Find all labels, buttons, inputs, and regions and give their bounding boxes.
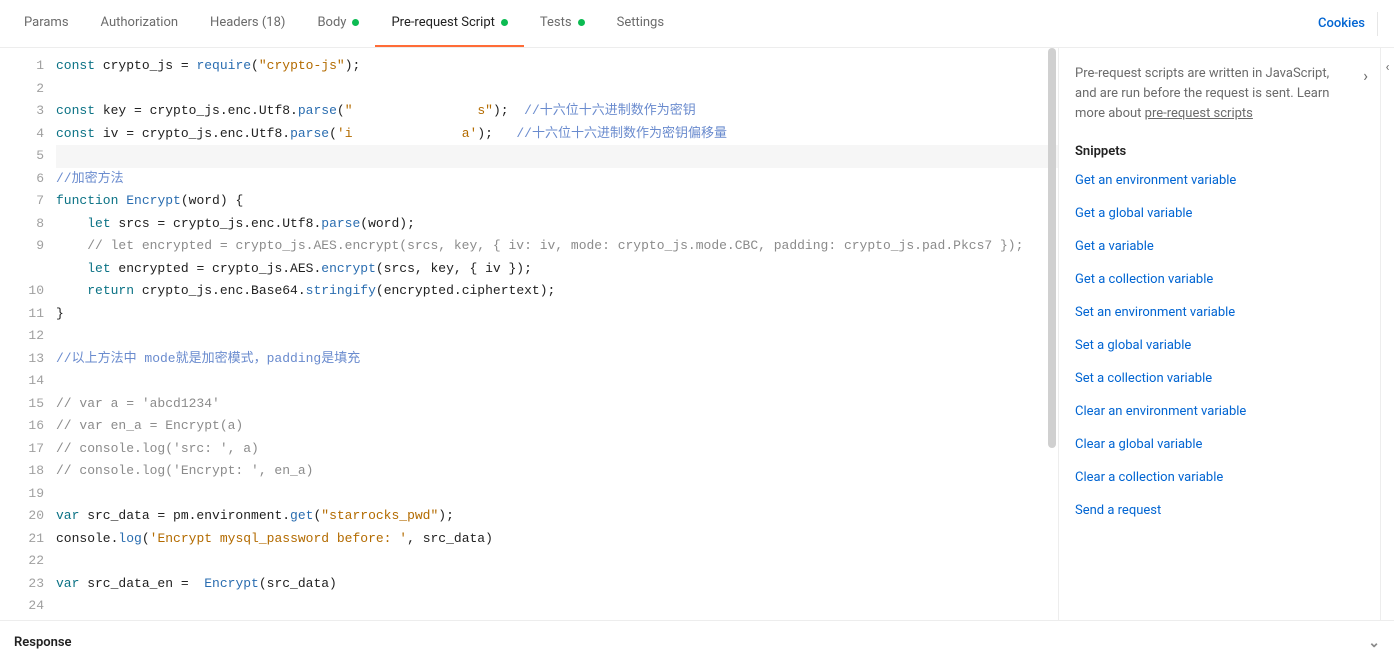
line-number: 8: [0, 213, 44, 236]
code-body[interactable]: const crypto_js = require("crypto-js"); …: [56, 48, 1058, 620]
code-line[interactable]: var src_data_en = Encrypt(src_data): [56, 573, 1058, 596]
code-line[interactable]: // let encrypted = crypto_js.AES.encrypt…: [56, 235, 1058, 258]
tabs-right: Cookies: [1318, 12, 1386, 36]
chevron-down-icon[interactable]: ⌄: [1368, 635, 1380, 651]
modified-dot-icon: [352, 19, 359, 26]
snippet-item[interactable]: Get a collection variable: [1075, 272, 1364, 287]
code-line[interactable]: [56, 78, 1058, 101]
line-number: 17: [0, 438, 44, 461]
cookies-link[interactable]: Cookies: [1318, 16, 1365, 31]
tab-tests[interactable]: Tests: [524, 0, 601, 47]
snippet-item[interactable]: Set a collection variable: [1075, 371, 1364, 386]
tab-tests-label: Tests: [540, 15, 572, 30]
modified-dot-icon: [578, 19, 585, 26]
code-line[interactable]: const crypto_js = require("crypto-js");: [56, 55, 1058, 78]
tab-body[interactable]: Body: [301, 0, 375, 47]
line-number: 4: [0, 123, 44, 146]
snippet-list: Get an environment variable Get a global …: [1075, 173, 1364, 518]
line-number: 24: [0, 595, 44, 618]
code-line[interactable]: [56, 145, 1058, 168]
snippet-item[interactable]: Clear a collection variable: [1075, 470, 1364, 485]
response-label: Response: [14, 635, 72, 650]
snippets-heading: Snippets: [1075, 144, 1364, 159]
code-line[interactable]: [56, 483, 1058, 506]
code-editor-pane[interactable]: 123456789 101112131415161718192021222324…: [0, 48, 1058, 620]
code-line[interactable]: // console.log('src: ', a): [56, 438, 1058, 461]
code-line[interactable]: // var a = 'abcd1234': [56, 393, 1058, 416]
divider: [1377, 12, 1378, 36]
line-number: 11: [0, 303, 44, 326]
line-number: 22: [0, 550, 44, 573]
line-number: 21: [0, 528, 44, 551]
line-number: 9: [0, 235, 44, 258]
line-number: 13: [0, 348, 44, 371]
main-area: 123456789 101112131415161718192021222324…: [0, 48, 1394, 620]
snippet-item[interactable]: Get a global variable: [1075, 206, 1364, 221]
line-number: 20: [0, 505, 44, 528]
tab-settings[interactable]: Settings: [601, 0, 680, 47]
snippet-item[interactable]: Get a variable: [1075, 239, 1364, 254]
snippet-item[interactable]: Clear a global variable: [1075, 437, 1364, 452]
line-number: 18: [0, 460, 44, 483]
scroll-thumb[interactable]: [1048, 48, 1056, 448]
request-tabs-bar: Params Authorization Headers (18) Body P…: [0, 0, 1394, 48]
tab-body-label: Body: [317, 15, 346, 30]
code-line[interactable]: // var en_a = Encrypt(a): [56, 415, 1058, 438]
line-number: 7: [0, 190, 44, 213]
code-line[interactable]: // console.log('Encrypt: ', en_a): [56, 460, 1058, 483]
line-number: 2: [0, 78, 44, 101]
snippet-item[interactable]: Get an environment variable: [1075, 173, 1364, 188]
prerequest-doc-link[interactable]: pre-request scripts: [1145, 106, 1253, 121]
code-line[interactable]: function Encrypt(word) {: [56, 190, 1058, 213]
code-line[interactable]: //加密方法: [56, 168, 1058, 191]
tabs-left: Params Authorization Headers (18) Body P…: [8, 0, 680, 47]
snippet-item[interactable]: Set an environment variable: [1075, 305, 1364, 320]
code-line[interactable]: }: [56, 303, 1058, 326]
line-number: 14: [0, 370, 44, 393]
tab-params[interactable]: Params: [8, 0, 85, 47]
chevron-left-icon[interactable]: ‹: [1386, 60, 1390, 75]
code-line[interactable]: return crypto_js.enc.Base64.stringify(en…: [56, 280, 1058, 303]
code-line[interactable]: const key = crypto_js.enc.Utf8.parse(" s…: [56, 100, 1058, 123]
line-number: 15: [0, 393, 44, 416]
code-line[interactable]: //以上方法中 mode就是加密模式，padding是填充: [56, 348, 1058, 371]
snippet-item[interactable]: Send a request: [1075, 503, 1364, 518]
line-number: 10: [0, 280, 44, 303]
modified-dot-icon: [501, 19, 508, 26]
code-line[interactable]: [56, 370, 1058, 393]
line-number: 16: [0, 415, 44, 438]
line-number: 3: [0, 100, 44, 123]
line-number: 6: [0, 168, 44, 191]
far-right-rail: ‹: [1380, 48, 1394, 620]
line-number: 12: [0, 325, 44, 348]
code-line[interactable]: [56, 550, 1058, 573]
line-number: 5: [0, 145, 44, 168]
snippet-item[interactable]: Clear an environment variable: [1075, 404, 1364, 419]
code-line[interactable]: let srcs = crypto_js.enc.Utf8.parse(word…: [56, 213, 1058, 236]
side-panel: › Pre-request scripts are written in Jav…: [1058, 48, 1380, 620]
tab-prerequest[interactable]: Pre-request Script: [375, 0, 523, 47]
code-line[interactable]: const iv = crypto_js.enc.Utf8.parse('i a…: [56, 123, 1058, 146]
code-line[interactable]: var src_data = pm.environment.get("starr…: [56, 505, 1058, 528]
line-number: 1: [0, 55, 44, 78]
code-line[interactable]: [56, 325, 1058, 348]
line-number: 23: [0, 573, 44, 596]
scrollbar-vertical[interactable]: [1046, 48, 1058, 620]
tab-headers[interactable]: Headers (18): [194, 0, 301, 47]
tab-prerequest-label: Pre-request Script: [391, 15, 494, 30]
line-gutter: 123456789 101112131415161718192021222324: [0, 48, 56, 620]
tab-authorization[interactable]: Authorization: [85, 0, 195, 47]
side-description: Pre-request scripts are written in JavaS…: [1075, 64, 1364, 124]
chevron-right-icon[interactable]: ›: [1363, 66, 1368, 85]
snippet-item[interactable]: Set a global variable: [1075, 338, 1364, 353]
line-number: 19: [0, 483, 44, 506]
code-line[interactable]: let encrypted = crypto_js.AES.encrypt(sr…: [56, 258, 1058, 281]
code-line[interactable]: console.log('Encrypt mysql_password befo…: [56, 528, 1058, 551]
response-bar[interactable]: Response ⌄: [0, 620, 1394, 664]
